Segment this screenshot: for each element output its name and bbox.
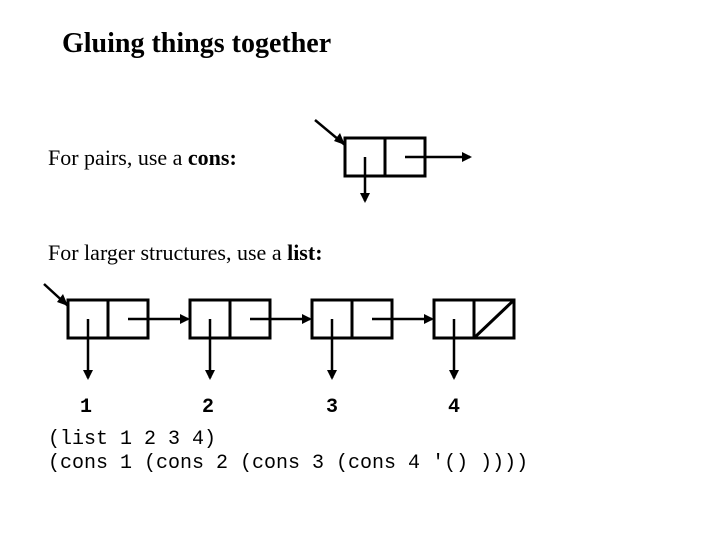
list-value-3: 3 [326,396,338,419]
cons-cell-diagram [310,115,480,205]
text-list-prefix: For larger structures, use a [48,240,287,265]
list-value-2: 2 [202,396,214,419]
text-list-bold: list: [287,240,322,265]
code-list-expr: (list 1 2 3 4) [48,428,216,451]
text-pairs-prefix: For pairs, use a [48,145,188,170]
page-title: Gluing things together [62,28,331,60]
list-value-1: 1 [80,396,92,419]
text-pairs-line: For pairs, use a cons: [48,145,237,171]
list-value-4: 4 [448,396,460,419]
text-pairs-bold: cons: [188,145,237,170]
text-list-line: For larger structures, use a list: [48,240,323,266]
code-cons-expr: (cons 1 (cons 2 (cons 3 (cons 4 '() )))) [48,452,528,475]
list-diagram [40,280,580,400]
